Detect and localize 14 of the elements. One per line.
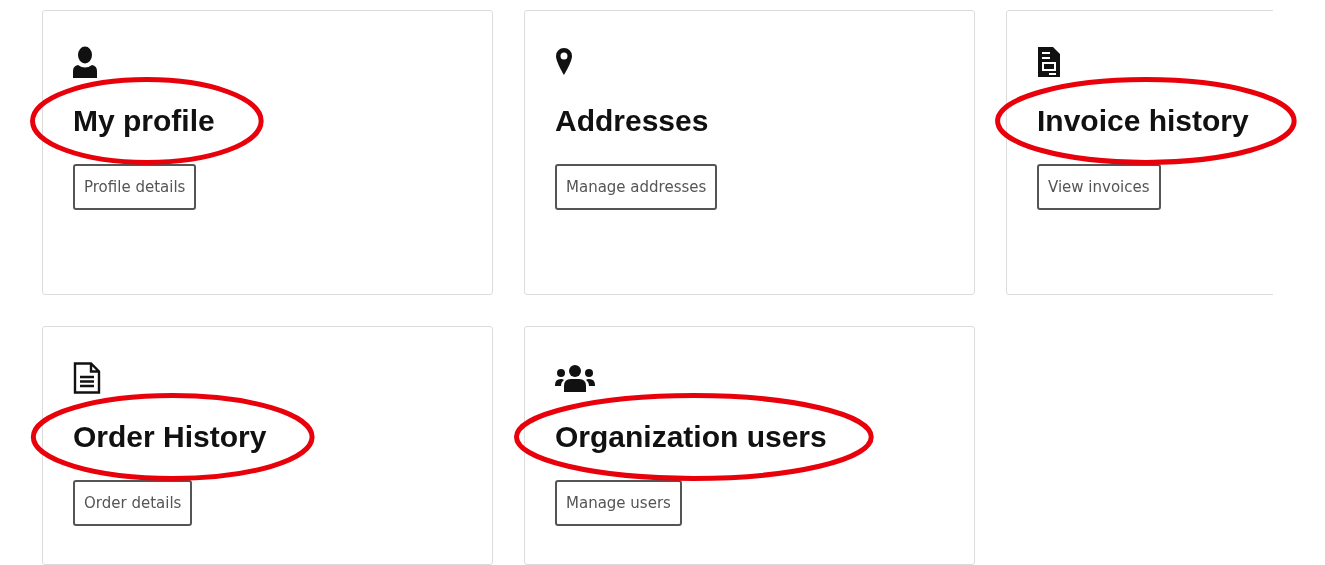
card-title: Organization users: [555, 419, 827, 455]
card-button[interactable]: Manage users: [555, 480, 682, 526]
card-title: My profile: [73, 103, 215, 139]
user-icon: [73, 46, 97, 78]
card-title: Order History: [73, 419, 267, 455]
card-title: Invoice history: [1037, 103, 1249, 139]
users-group-icon: [555, 362, 595, 394]
card-title: Addresses: [555, 103, 709, 139]
card-button[interactable]: Profile details: [73, 164, 197, 210]
card-button[interactable]: Manage addresses: [555, 164, 718, 210]
card-button[interactable]: Order details: [73, 480, 193, 526]
document-icon: [73, 362, 101, 394]
card-button[interactable]: View invoices: [1037, 164, 1161, 210]
document-icon: [1037, 46, 1061, 78]
